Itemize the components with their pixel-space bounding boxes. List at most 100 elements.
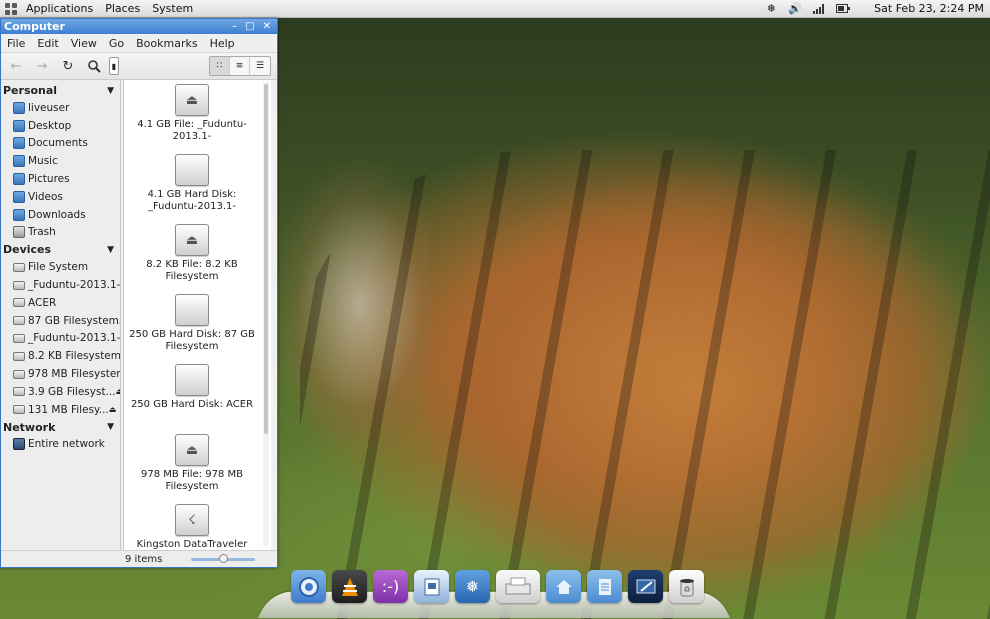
- sidebar-item-desktop[interactable]: Desktop: [1, 117, 120, 135]
- sidebar-item-label: File System: [28, 261, 89, 274]
- sidebar-item-label: Entire network: [28, 438, 105, 451]
- file-grid: ⏏ 4.1 GB File: _Fuduntu-2013.1- 4.1 GB H…: [124, 84, 260, 550]
- sidebar-item-87gb[interactable]: 87 GB Filesystem▲: [1, 312, 120, 330]
- sidebar-item-acer[interactable]: ACER: [1, 294, 120, 312]
- sidebar-item-label: Documents: [28, 137, 88, 150]
- file-label: 8.2 KB File: 8.2 KB Filesystem: [146, 259, 238, 282]
- zoom-slider-knob[interactable]: [219, 553, 228, 563]
- clock[interactable]: Sat Feb 23, 2:24 PM: [874, 2, 984, 15]
- menu-view[interactable]: View: [65, 37, 103, 50]
- menu-file[interactable]: File: [1, 37, 31, 50]
- sidebar-item-downloads[interactable]: Downloads: [1, 206, 120, 224]
- sidebar-item-8kb[interactable]: 8.2 KB Filesystem: [1, 347, 120, 365]
- sidebar-item-label: 131 MB Filesy...: [28, 403, 109, 416]
- minimize-icon[interactable]: –: [232, 21, 237, 32]
- menu-applications[interactable]: Applications: [22, 2, 97, 15]
- sidebar-item-videos[interactable]: Videos: [1, 188, 120, 206]
- sidebar-item-label: liveuser: [28, 101, 70, 114]
- sidebar-item-liveuser[interactable]: liveuser: [1, 99, 120, 117]
- eject-drive-icon: ⏏: [175, 434, 209, 466]
- sidebar-item-131mb[interactable]: 131 MB Filesy... ⏏: [1, 401, 120, 419]
- file-item[interactable]: ☇ Kingston DataTraveler: [124, 504, 260, 550]
- menu-edit[interactable]: Edit: [31, 37, 64, 50]
- sidebar-item-fuduntu-1[interactable]: _Fuduntu-2013.1-: [1, 276, 120, 294]
- fuduntu-icon[interactable]: ❅: [455, 570, 490, 603]
- sidebar-item-fuduntu-2[interactable]: _Fuduntu-2013.1-: [1, 330, 120, 348]
- file-item[interactable]: ⏏ 978 MB File: 978 MB Filesystem: [124, 434, 260, 504]
- drive-icon: [13, 280, 25, 290]
- sidebar-item-music[interactable]: Music: [1, 152, 120, 170]
- sidebar-item-trash[interactable]: Trash: [1, 224, 120, 242]
- eject-icon[interactable]: ⏏: [109, 405, 117, 414]
- drive-icon: [13, 369, 25, 379]
- battery-icon[interactable]: [836, 3, 851, 15]
- window-body: Personal ▼ liveuser Desktop Documents Mu…: [1, 80, 277, 550]
- close-icon[interactable]: ✕: [263, 21, 271, 32]
- file-item[interactable]: 250 GB Hard Disk: 87 GB Filesystem: [124, 294, 260, 364]
- window-title: Computer: [4, 20, 65, 33]
- forward-arrow-icon[interactable]: →: [31, 55, 53, 77]
- applications-icon[interactable]: [4, 2, 18, 16]
- sidebar-item-entire-network[interactable]: Entire network: [1, 436, 120, 454]
- screenshot-icon[interactable]: [628, 570, 663, 603]
- list-view-icon[interactable]: ≡: [230, 57, 250, 75]
- file-label: Kingston DataTraveler: [136, 539, 248, 550]
- zoom-slider[interactable]: [191, 553, 255, 563]
- drive-icon: [13, 298, 25, 308]
- sidebar-section-devices[interactable]: Devices ▼: [1, 241, 120, 258]
- maximize-icon[interactable]: □: [245, 21, 254, 32]
- sidebar-section-network[interactable]: Network ▼: [1, 419, 120, 436]
- wallpaper-stripes: [300, 150, 990, 619]
- vlc-icon[interactable]: [332, 570, 367, 603]
- writer-icon[interactable]: [414, 570, 449, 603]
- home-folder-icon[interactable]: [546, 570, 581, 603]
- trash-icon: [13, 226, 25, 239]
- file-item[interactable]: ⏏ 8.2 KB File: 8.2 KB Filesystem: [124, 224, 260, 294]
- location-toggle-icon[interactable]: ▮: [109, 57, 119, 75]
- eject-icon[interactable]: ⏏: [116, 387, 120, 396]
- sidebar-item-label: Pictures: [28, 173, 70, 186]
- chromium-icon[interactable]: [291, 570, 326, 603]
- places-sidebar: Personal ▼ liveuser Desktop Documents Mu…: [1, 80, 121, 550]
- menu-places[interactable]: Places: [101, 2, 144, 15]
- sidebar-item-978mb[interactable]: 978 MB Filesystem: [1, 365, 120, 383]
- menu-system[interactable]: System: [148, 2, 197, 15]
- chat-icon[interactable]: :-): [373, 570, 408, 603]
- file-item[interactable]: 250 GB Hard Disk: ACER: [124, 364, 260, 434]
- section-label: Personal: [3, 84, 58, 97]
- drive-icon: [13, 405, 25, 415]
- sidebar-section-personal[interactable]: Personal ▼: [1, 82, 120, 99]
- sidebar-item-pictures[interactable]: Pictures: [1, 170, 120, 188]
- music-folder-icon: [13, 155, 25, 168]
- search-icon[interactable]: [83, 55, 105, 77]
- reload-icon[interactable]: ↻: [57, 55, 79, 77]
- scrollbar-thumb[interactable]: [264, 84, 268, 434]
- sidebar-item-3-9gb[interactable]: 3.9 GB Filesyst...⏏: [1, 383, 120, 401]
- collapse-arrow-icon[interactable]: ▼: [107, 86, 114, 96]
- file-item[interactable]: 4.1 GB Hard Disk: _Fuduntu-2013.1-: [124, 154, 260, 224]
- window-titlebar[interactable]: Computer – □ ✕: [1, 19, 277, 34]
- menu-help[interactable]: Help: [204, 37, 241, 50]
- file-label: 4.1 GB File: _Fuduntu-2013.1-: [137, 119, 247, 142]
- vertical-scrollbar[interactable]: [263, 82, 269, 546]
- network-signal-icon[interactable]: [812, 3, 826, 15]
- view-mode-group: ∷ ≡ ☰: [209, 56, 271, 76]
- documents-folder-icon[interactable]: [587, 570, 622, 603]
- sidebar-item-label: _Fuduntu-2013.1-: [28, 332, 121, 345]
- trash-icon[interactable]: ♻: [669, 570, 704, 603]
- collapse-arrow-icon[interactable]: ▼: [107, 245, 114, 255]
- usb-drive-icon: ☇: [175, 504, 209, 536]
- back-arrow-icon[interactable]: ←: [5, 55, 27, 77]
- volume-icon[interactable]: 🔊: [788, 2, 802, 15]
- sidebar-item-filesystem[interactable]: File System: [1, 258, 120, 276]
- sidebar-item-documents[interactable]: Documents: [1, 135, 120, 153]
- collapse-arrow-icon[interactable]: ▼: [107, 422, 114, 432]
- menu-bookmarks[interactable]: Bookmarks: [130, 37, 203, 50]
- printer-icon[interactable]: [496, 570, 540, 603]
- file-item[interactable]: ⏏ 4.1 GB File: _Fuduntu-2013.1-: [124, 84, 260, 154]
- compact-view-icon[interactable]: ☰: [250, 57, 270, 75]
- icon-view-icon[interactable]: ∷: [210, 57, 230, 75]
- sidebar-item-label: 8.2 KB Filesystem: [28, 350, 121, 363]
- menu-go[interactable]: Go: [103, 37, 130, 50]
- fuduntu-update-icon[interactable]: ❅: [764, 2, 778, 15]
